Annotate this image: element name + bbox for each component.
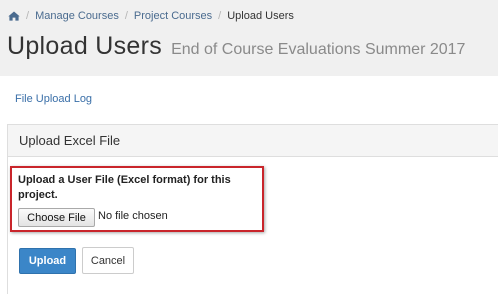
cancel-button[interactable]: Cancel — [82, 247, 134, 274]
breadcrumb-manage-courses[interactable]: Manage Courses — [35, 10, 119, 22]
file-upload-log-link[interactable]: File Upload Log — [15, 93, 92, 105]
file-status-text: No file chosen — [98, 210, 168, 222]
page-title-row: Upload Users End of Course Evaluations S… — [7, 32, 465, 61]
breadcrumb-separator: / — [124, 10, 128, 22]
breadcrumb-current: Upload Users — [227, 10, 294, 22]
home-icon[interactable] — [8, 11, 20, 21]
panel-heading: Upload Excel File — [8, 125, 498, 157]
choose-file-button[interactable]: Choose File — [18, 208, 95, 227]
breadcrumb-separator: / — [26, 10, 30, 22]
breadcrumb: / Manage Courses / Project Courses / Upl… — [8, 8, 294, 24]
upload-button[interactable]: Upload — [19, 248, 76, 274]
upload-field-label: Upload a User File (Excel format) for th… — [18, 174, 231, 201]
page-subtitle: End of Course Evaluations Summer 2017 — [171, 41, 466, 58]
page-title: Upload Users — [7, 32, 163, 60]
breadcrumb-project-courses[interactable]: Project Courses — [134, 10, 212, 22]
breadcrumb-separator: / — [218, 10, 222, 22]
